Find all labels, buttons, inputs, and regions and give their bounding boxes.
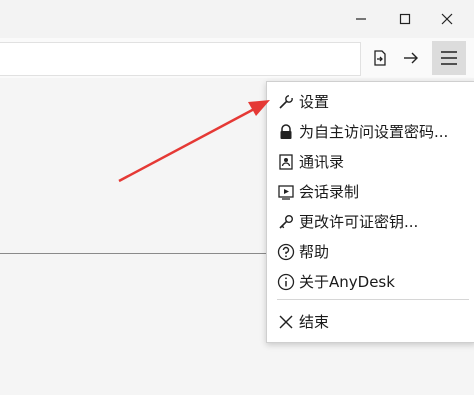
menu-separator [277, 299, 469, 300]
menu-item-label: 更改许可证密钥... [299, 213, 419, 231]
maximize-button[interactable] [386, 0, 424, 38]
menu-item-label: 为自主访问设置密码... [299, 123, 449, 141]
close-button[interactable] [428, 0, 466, 38]
minimize-icon [356, 18, 366, 20]
menu-item-address-book[interactable]: 通讯录 [267, 148, 474, 176]
menu-item-label: 帮助 [299, 243, 330, 261]
address-bar[interactable] [0, 42, 361, 76]
maximize-icon [399, 13, 411, 25]
connect-arrow-icon [404, 52, 418, 64]
wrench-icon [279, 94, 293, 109]
menu-item-help[interactable]: 帮助 [267, 238, 474, 266]
address-book-icon [279, 154, 293, 170]
menu-item-label: 设置 [299, 93, 330, 111]
main-menu-button[interactable] [432, 41, 466, 75]
title-bar [0, 0, 474, 38]
main-menu-dropdown: 设置 为自主访问设置密码... 通讯录 会话录制 更改许可证密钥... 帮助 关… [266, 81, 474, 343]
recording-icon [278, 185, 294, 200]
menu-item-change-license[interactable]: 更改许可证密钥... [267, 208, 474, 236]
menu-item-about[interactable]: 关于AnyDesk [267, 268, 474, 296]
divider-line [0, 253, 268, 254]
menu-item-session-recording[interactable]: 会话录制 [267, 178, 474, 206]
key-icon [279, 215, 293, 229]
menu-item-exit[interactable]: 结束 [267, 308, 474, 336]
close-icon [441, 13, 453, 25]
menu-item-label: 结束 [299, 313, 330, 331]
menu-item-label: 通讯录 [299, 153, 345, 171]
menu-item-settings[interactable]: 设置 [267, 88, 474, 116]
file-transfer-icon [374, 50, 386, 66]
info-icon [277, 273, 295, 291]
hamburger-menu-icon [441, 51, 457, 65]
menu-item-label: 关于AnyDesk [299, 273, 395, 291]
exit-x-icon [279, 315, 293, 329]
connect-button[interactable] [397, 44, 425, 72]
minimize-button[interactable] [342, 0, 380, 38]
menu-item-label: 会话录制 [299, 183, 360, 201]
lock-icon [280, 124, 292, 139]
file-transfer-button[interactable] [366, 44, 394, 72]
help-icon [277, 243, 295, 261]
menu-item-set-password[interactable]: 为自主访问设置密码... [267, 118, 474, 146]
